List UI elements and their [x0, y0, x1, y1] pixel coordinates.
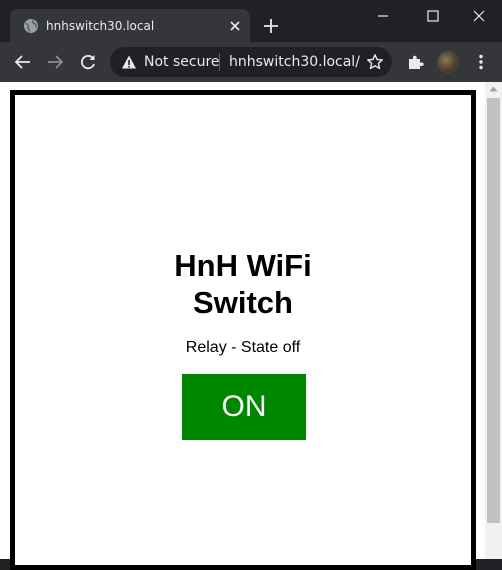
new-tab-plus-icon[interactable] [262, 17, 280, 35]
bookmark-star-icon[interactable] [366, 53, 384, 71]
address-bar[interactable]: Not secure hnhswitch30.local/ [110, 47, 392, 77]
warning-icon[interactable] [121, 54, 137, 70]
tab-strip: hnhswitch30.local [0, 0, 502, 42]
kebab-menu-icon[interactable] [471, 52, 491, 72]
title-line-1: HnH WiFi [174, 248, 312, 283]
close-tab-icon[interactable] [228, 19, 242, 33]
vertical-scrollbar[interactable] [485, 82, 502, 559]
title-line-2: Switch [193, 285, 293, 320]
omnibox-divider [219, 53, 220, 71]
browser-toolbar: Not secure hnhswitch30.local/ [0, 42, 502, 82]
back-arrow-icon[interactable] [13, 52, 33, 72]
profile-avatar[interactable] [437, 51, 459, 73]
reload-icon[interactable] [78, 52, 98, 72]
page-title: HnH WiFi Switch [15, 247, 471, 321]
scroll-up-arrow-icon[interactable] [489, 86, 498, 92]
tab-hnhswitch30[interactable]: hnhswitch30.local [10, 9, 250, 42]
globe-icon [24, 19, 38, 33]
tab-title: hnhswitch30.local [46, 19, 155, 33]
relay-state-text: Relay - State off [185, 339, 301, 356]
url-text[interactable]: hnhswitch30.local/ [229, 54, 360, 70]
maximize-icon[interactable] [423, 6, 443, 26]
window-close-icon[interactable] [469, 6, 489, 26]
on-button[interactable]: ON [182, 374, 306, 440]
left-edge [0, 82, 4, 559]
page-viewport: HnH WiFi Switch Relay - State off ON [0, 82, 502, 570]
extensions-puzzle-icon[interactable] [406, 52, 426, 72]
not-secure-label[interactable]: Not secure [144, 54, 220, 70]
minimize-icon[interactable] [373, 6, 393, 26]
scrollbar-thumb[interactable] [487, 98, 500, 523]
forward-arrow-icon[interactable] [45, 52, 65, 72]
switch-panel: HnH WiFi Switch Relay - State off ON [10, 90, 476, 570]
